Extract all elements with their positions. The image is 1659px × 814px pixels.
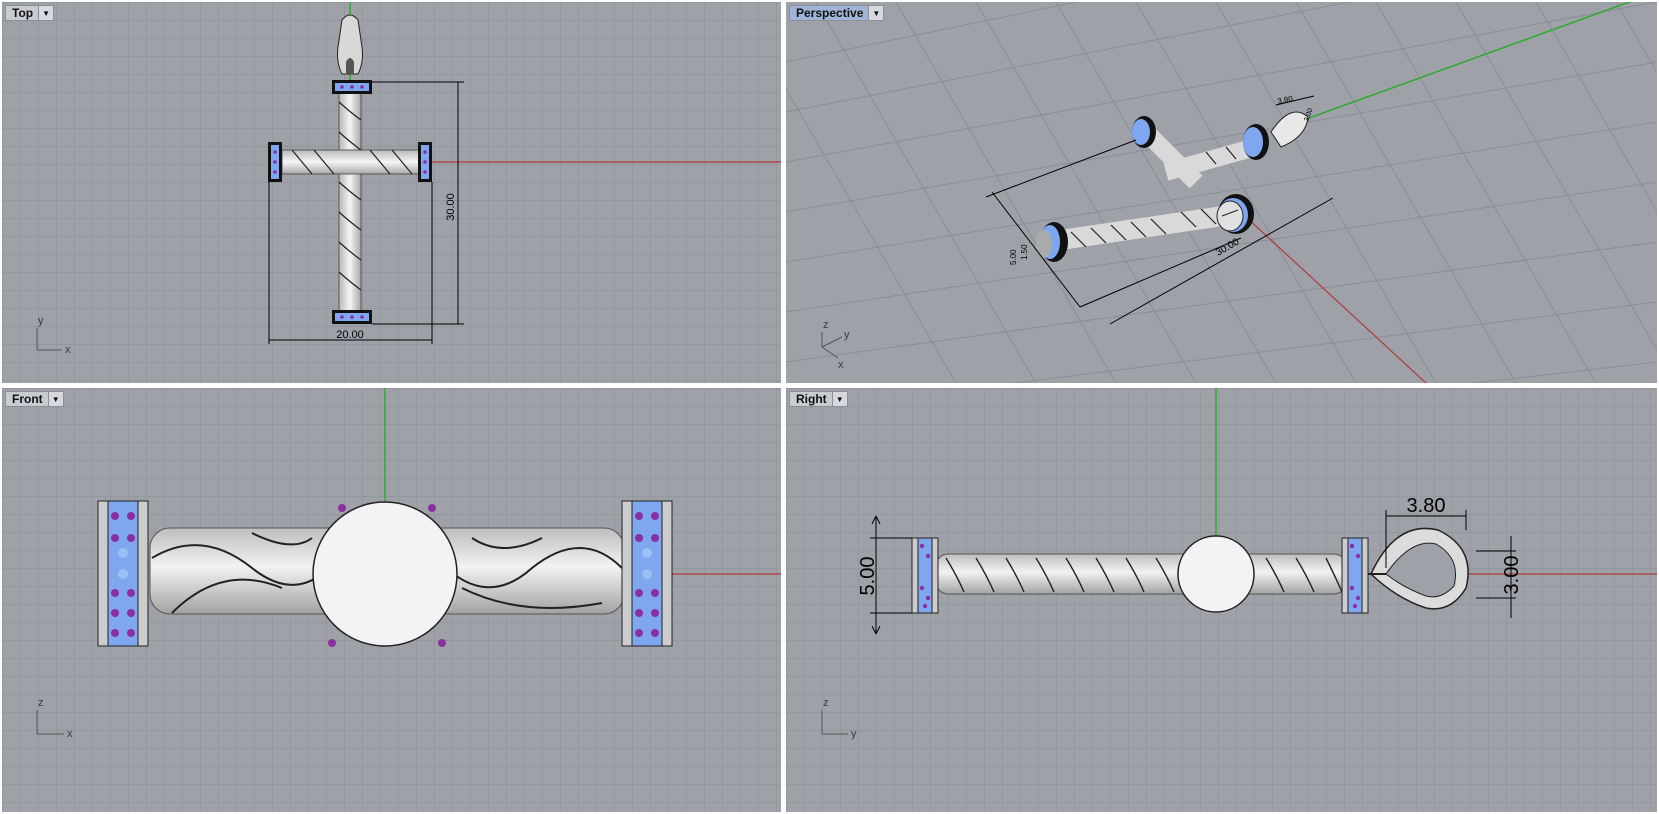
cross-vertical-rope — [338, 86, 362, 318]
dimension-bail: 3.80 — [1277, 94, 1295, 106]
perspective-cap-bottom — [1216, 194, 1254, 234]
viewport-top[interactable]: 30.00 20.00 y x Top ▼ — [2, 2, 781, 383]
dimension-bail2: 3.00 — [1303, 107, 1314, 122]
x-axis-line — [1245, 216, 1427, 383]
bail — [337, 14, 363, 75]
viewport-label: Front — [12, 392, 43, 406]
dimension-band: 5.00 — [1009, 249, 1018, 265]
gem-band-right — [418, 142, 432, 182]
front-center-disc — [312, 501, 458, 647]
axis-widget-y-label: y — [38, 315, 44, 327]
tab-front[interactable]: Front ▼ — [5, 391, 64, 407]
dimension-band2: 1.50 — [1020, 244, 1029, 260]
right-center-disc — [1177, 535, 1255, 613]
viewport-front[interactable]: z x Front ▼ — [2, 388, 781, 812]
dimension-bail-width: 3.80 — [1407, 495, 1446, 517]
dimension-bail-height: 3.00 — [1501, 556, 1523, 595]
axis-widget-x-label: x — [838, 359, 844, 371]
gem-band-left — [268, 142, 282, 182]
perspective-cap-right — [1243, 124, 1269, 160]
perspective-rope-bail — [1163, 138, 1259, 181]
viewport-perspective[interactable]: 30.00 5.00 1.50 3.80 3.00 z y x Perspect… — [786, 2, 1657, 383]
tab-right[interactable]: Right ▼ — [789, 391, 848, 407]
dimension-band: 5.00 — [857, 557, 879, 596]
axis-widget-y-label: y — [844, 329, 850, 341]
gem-band-bottom — [332, 310, 372, 324]
dimension-height: 30.00 — [445, 193, 457, 221]
front-gem-band-right — [621, 500, 673, 647]
right-gem-band-left — [911, 537, 939, 614]
viewport-label: Right — [796, 392, 827, 406]
axis-widget-z-label: z — [823, 319, 829, 331]
perspective-bail — [1270, 111, 1309, 148]
viewport-label: Perspective — [796, 6, 864, 20]
front-gem-band-left — [97, 500, 149, 647]
axis-widget-y-label: y — [851, 728, 857, 740]
axis-widget-x-label: x — [65, 344, 71, 356]
axis-widget-z-label: z — [823, 697, 829, 709]
tab-perspective[interactable]: Perspective ▼ — [789, 5, 885, 21]
axis-widget-z-label: z — [38, 697, 44, 709]
gem-band-top — [332, 80, 372, 94]
chevron-down-icon[interactable]: ▼ — [38, 6, 54, 20]
chevron-down-icon[interactable]: ▼ — [47, 392, 63, 406]
chevron-down-icon[interactable]: ▼ — [831, 392, 847, 406]
chevron-down-icon[interactable]: ▼ — [868, 6, 884, 20]
viewport-right[interactable]: 5.00 3.80 3.00 z y Right ▼ — [786, 388, 1657, 812]
perspective-grid — [786, 2, 1657, 383]
dimension-length: 30.00 — [1214, 236, 1242, 258]
grid — [2, 2, 781, 383]
dimension-width: 20.00 — [336, 329, 364, 341]
perspective-cap-top — [1132, 116, 1156, 148]
right-rope — [935, 553, 1347, 595]
tab-top[interactable]: Top ▼ — [5, 5, 55, 21]
viewport-label: Top — [12, 6, 34, 20]
axis-widget: z y x — [821, 319, 850, 371]
right-gem-band-right — [1341, 537, 1369, 614]
axis-widget-x-label: x — [67, 728, 73, 740]
